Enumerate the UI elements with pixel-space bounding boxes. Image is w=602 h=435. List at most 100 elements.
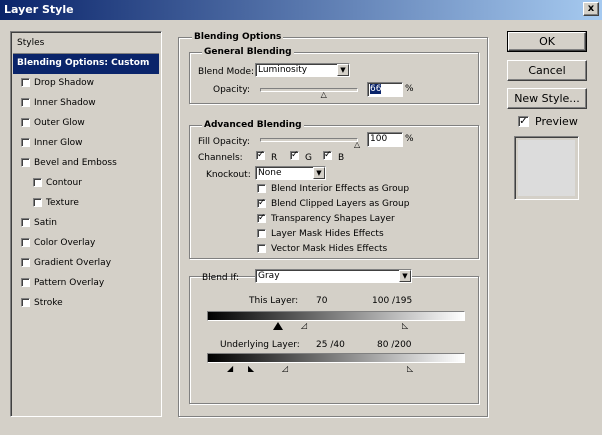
blend-mode-value: Luminosity xyxy=(258,65,308,75)
transparency-shapes-checkbox[interactable]: ✓ xyxy=(257,214,266,223)
style-item-label: Outer Glow xyxy=(34,118,85,128)
style-item-bevel-and-emboss[interactable]: Bevel and Emboss xyxy=(13,154,159,174)
layer-mask-checkbox[interactable] xyxy=(257,229,266,238)
fill-opacity-input[interactable]: 100 xyxy=(367,132,403,147)
underlying-white-split-slider[interactable]: ◿ xyxy=(282,365,288,373)
blend-interior-checkbox[interactable] xyxy=(257,184,266,193)
style-item-label: Texture xyxy=(46,198,79,208)
style-item-stroke[interactable]: Stroke xyxy=(13,294,159,314)
style-item-label: Bevel and Emboss xyxy=(34,158,117,168)
fill-opacity-value: 100 xyxy=(370,134,388,144)
cancel-button[interactable]: Cancel xyxy=(507,60,587,81)
channel-b-checkbox[interactable]: ✓ xyxy=(323,151,332,160)
underlying-white-slider[interactable]: ◺ xyxy=(407,365,413,373)
chevron-down-icon: ▼ xyxy=(399,270,411,282)
channel-b-label: B xyxy=(338,153,345,163)
style-item-color-overlay[interactable]: Color Overlay xyxy=(13,234,159,254)
style-checkbox-satin[interactable] xyxy=(21,218,30,227)
underlying-high-value: 80 /200 xyxy=(377,340,412,350)
style-item-pattern-overlay[interactable]: Pattern Overlay xyxy=(13,274,159,294)
blend-mode-label: Blend Mode: xyxy=(198,67,255,77)
underlying-black-slider[interactable]: ◢ xyxy=(227,365,233,373)
style-checkbox-outer-glow[interactable] xyxy=(21,118,30,127)
style-item-inner-glow[interactable]: Inner Glow xyxy=(13,134,159,154)
style-item-drop-shadow[interactable]: Drop Shadow xyxy=(13,74,159,94)
blend-if-value: Gray xyxy=(258,271,280,281)
style-item-satin[interactable]: Satin xyxy=(13,214,159,234)
styles-list: Styles Blending Options: Custom Drop Shado… xyxy=(10,31,162,417)
style-item-contour[interactable]: Contour xyxy=(13,174,159,194)
style-checkbox-drop-shadow[interactable] xyxy=(21,78,30,87)
this-layer-gradient-bar xyxy=(207,311,465,321)
fill-opacity-slider-track[interactable] xyxy=(260,138,358,142)
style-checkbox-texture[interactable] xyxy=(33,198,42,207)
this-layer-high-value: 100 /195 xyxy=(372,296,413,306)
style-checkbox-stroke[interactable] xyxy=(21,298,30,307)
channel-g-checkbox[interactable]: ✓ xyxy=(290,151,299,160)
general-blending-group xyxy=(189,52,479,104)
style-item-blending-options-custom[interactable]: Blending Options: Custom xyxy=(13,54,159,74)
style-checkbox-bevel-and-emboss[interactable] xyxy=(21,158,30,167)
blend-mode-select[interactable]: Luminosity ▼ xyxy=(255,63,350,77)
fill-opacity-slider-thumb[interactable]: △ xyxy=(354,141,360,149)
style-item-texture[interactable]: Texture xyxy=(13,194,159,214)
chevron-down-icon: ▼ xyxy=(337,64,349,76)
blend-clipped-label: Blend Clipped Layers as Group xyxy=(271,199,410,209)
blending-options-title: Blending Options xyxy=(192,32,284,42)
blend-interior-label: Blend Interior Effects as Group xyxy=(271,184,410,194)
style-item-outer-glow[interactable]: Outer Glow xyxy=(13,114,159,134)
channel-r-label: R xyxy=(271,153,278,163)
style-item-label: Inner Glow xyxy=(34,138,83,148)
style-checkbox-pattern-overlay[interactable] xyxy=(21,278,30,287)
fill-opacity-unit: % xyxy=(405,134,414,144)
style-item-label: Pattern Overlay xyxy=(34,278,105,288)
close-icon: x xyxy=(587,3,595,14)
vector-mask-label: Vector Mask Hides Effects xyxy=(271,244,388,254)
close-button[interactable]: x xyxy=(583,2,599,16)
window-title: Layer Style xyxy=(4,3,74,16)
channel-r-checkbox[interactable]: ✓ xyxy=(256,151,265,160)
advanced-blending-title: Advanced Blending xyxy=(202,120,304,130)
layer-mask-label: Layer Mask Hides Effects xyxy=(271,229,384,239)
underlying-low-value: 25 /40 xyxy=(316,340,345,350)
title-bar: Layer Style x xyxy=(0,0,602,20)
style-checkbox-inner-shadow[interactable] xyxy=(21,98,30,107)
ok-button[interactable]: OK xyxy=(507,31,587,52)
style-checkbox-inner-glow[interactable] xyxy=(21,138,30,147)
blend-clipped-checkbox[interactable]: ✓ xyxy=(257,199,266,208)
opacity-input[interactable]: 66 xyxy=(367,82,403,97)
vector-mask-checkbox[interactable] xyxy=(257,244,266,253)
preview-swatch-inner xyxy=(518,140,575,196)
opacity-label: Opacity: xyxy=(213,85,250,95)
opacity-slider-track[interactable] xyxy=(260,88,358,92)
blend-if-select[interactable]: Gray ▼ xyxy=(255,269,412,283)
knockout-select[interactable]: None ▼ xyxy=(255,166,326,180)
opacity-value: 66 xyxy=(370,84,382,94)
styles-list-header[interactable]: Styles xyxy=(13,34,159,54)
style-checkbox-color-overlay[interactable] xyxy=(21,238,30,247)
style-item-label: Color Overlay xyxy=(34,238,96,248)
style-item-label: Satin xyxy=(34,218,57,228)
style-item-label: Contour xyxy=(46,178,82,188)
this-layer-white-slider[interactable]: ◺ xyxy=(402,322,408,330)
opacity-slider-thumb[interactable]: △ xyxy=(321,91,327,99)
this-layer-black-split-slider[interactable]: ◿ xyxy=(301,322,307,330)
preview-label: Preview xyxy=(535,115,578,128)
general-blending-title: General Blending xyxy=(202,47,294,57)
channels-label: Channels: xyxy=(198,153,243,163)
blend-if-label: Blend If: xyxy=(202,273,240,283)
style-checkbox-contour[interactable] xyxy=(33,178,42,187)
style-item-label: Drop Shadow xyxy=(34,78,95,88)
style-checkbox-gradient-overlay[interactable] xyxy=(21,258,30,267)
new-style-button[interactable]: New Style... xyxy=(507,88,587,109)
style-item-label: Gradient Overlay xyxy=(34,258,112,268)
this-layer-black-slider[interactable] xyxy=(273,322,283,330)
style-item-label: Inner Shadow xyxy=(34,98,96,108)
underlying-black-split-slider[interactable]: ◣ xyxy=(248,365,254,373)
preview-checkbox[interactable]: ✓ xyxy=(518,116,529,127)
style-item-label: Blending Options: Custom xyxy=(17,58,150,68)
fill-opacity-label: Fill Opacity: xyxy=(198,137,250,147)
style-item-inner-shadow[interactable]: Inner Shadow xyxy=(13,94,159,114)
style-item-gradient-overlay[interactable]: Gradient Overlay xyxy=(13,254,159,274)
styles-header-label: Styles xyxy=(17,38,45,48)
